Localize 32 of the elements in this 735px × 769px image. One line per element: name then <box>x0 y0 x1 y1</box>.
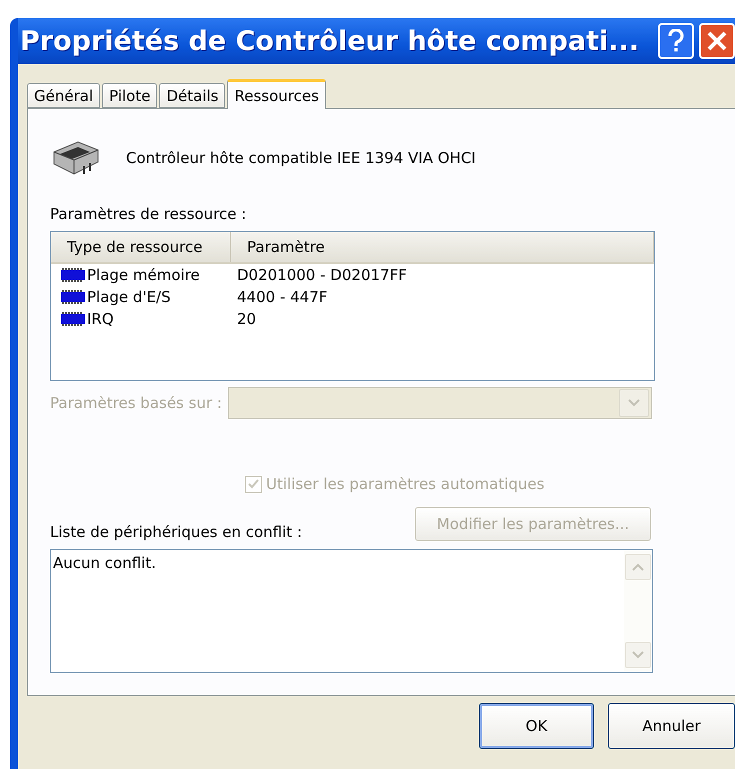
checkbox-label: Utiliser les paramètres automatiques <box>266 475 544 493</box>
window-title: Propriétés de Contrôleur hôte compati... <box>20 26 640 56</box>
resource-setting: D0201000 - D02017FF <box>236 266 408 284</box>
help-button[interactable] <box>658 23 694 59</box>
chip-icon <box>61 289 85 305</box>
chip-icon <box>61 267 85 283</box>
resource-label: Paramètres de ressource : <box>50 205 248 223</box>
based-on-label: Paramètres basés sur : <box>50 394 222 412</box>
ok-button[interactable]: OK <box>479 703 594 749</box>
close-button[interactable] <box>699 23 735 59</box>
cancel-button[interactable]: Annuler <box>608 703 735 749</box>
conflict-text: Aucun conflit. <box>52 553 157 574</box>
resource-setting: 4400 - 447F <box>236 288 328 306</box>
conflict-label: Liste de périphériques en conflit : <box>50 523 302 541</box>
tab[interactable]: Détails <box>159 83 226 108</box>
chip-icon <box>61 311 85 327</box>
check-icon <box>248 479 259 489</box>
tab[interactable]: Général <box>27 83 100 108</box>
resource-type[interactable]: Plage d'E/S <box>51 288 231 306</box>
resource-type[interactable]: Plage mémoire <box>51 266 231 284</box>
resource-setting: 20 <box>236 310 258 328</box>
help-icon <box>668 29 684 53</box>
chevron-down-icon <box>632 651 644 659</box>
close-icon <box>706 30 728 52</box>
tab[interactable]: Ressources <box>227 79 326 109</box>
chevron-up-icon <box>632 563 644 571</box>
column-header[interactable]: Paramètre <box>231 232 654 262</box>
tab[interactable]: Pilote <box>102 83 158 108</box>
device-name: Contrôleur hôte compatible IEE 1394 VIA OHCI <box>126 149 476 167</box>
resource-type[interactable]: IRQ <box>51 310 231 328</box>
chevron-down-icon <box>628 399 640 407</box>
column-header[interactable]: Type de ressource <box>51 232 231 262</box>
